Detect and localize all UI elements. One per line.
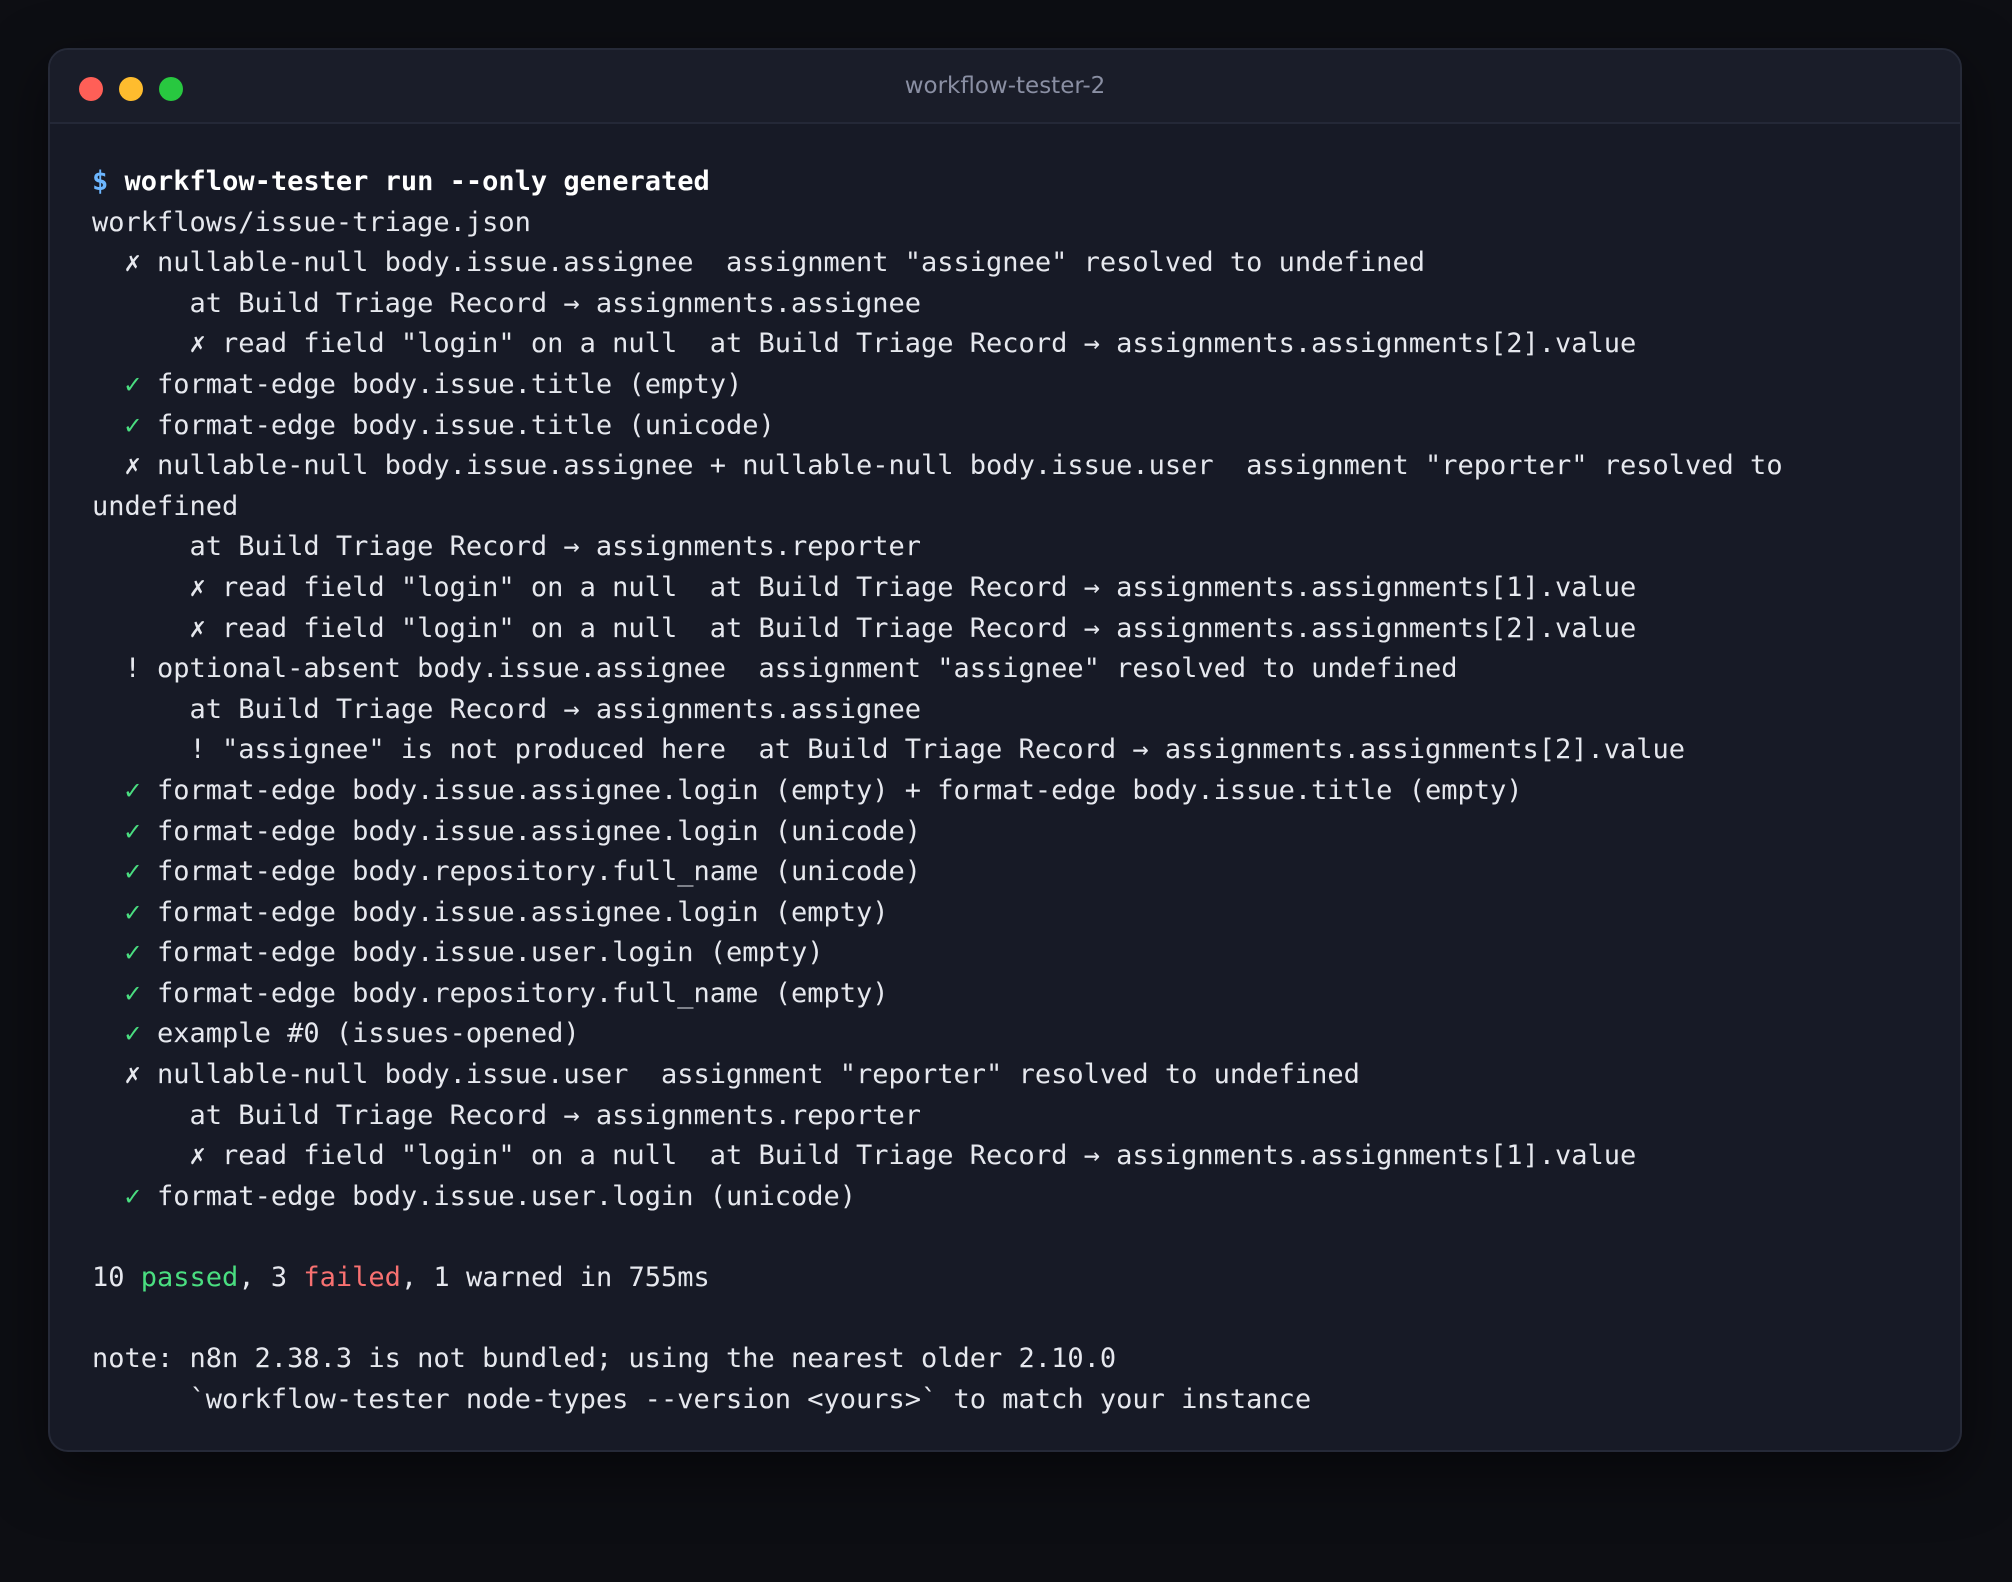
result-text: at Build Triage Record → assignments.ass… — [92, 287, 922, 319]
result-line: ✓ format-edge body.issue.user.login (uni… — [92, 1177, 1940, 1218]
terminal-window: workflow-tester-2 $ workflow-tester run … — [48, 48, 1962, 1452]
result-text: format-edge body.issue.user.login (unico… — [157, 1180, 857, 1212]
result-line: ! optional-absent body.issue.assignee as… — [92, 649, 1940, 690]
fail-icon: ✗ — [92, 1059, 158, 1091]
command-line: $ workflow-tester run --only generated — [92, 162, 1940, 203]
warn-icon: ! — [92, 734, 223, 766]
summary-line: 10 passed, 3 failed, 1 warned in 755ms — [92, 1258, 1940, 1299]
result-line: undefined — [92, 487, 1940, 528]
title-bar: workflow-tester-2 — [50, 50, 1960, 124]
fail-icon: ✗ — [92, 612, 223, 644]
fail-icon: ✗ — [92, 1140, 223, 1172]
pass-icon: ✓ — [92, 368, 158, 400]
result-text: format-edge body.issue.title (unicode) — [157, 409, 775, 441]
result-line: ✓ format-edge body.issue.title (unicode) — [92, 406, 1940, 447]
fail-icon: ✗ — [92, 450, 158, 482]
result-text: optional-absent body.issue.assignee assi… — [157, 653, 1458, 685]
result-line: ✗ nullable-null body.issue.assignee assi… — [92, 243, 1940, 284]
terminal-output[interactable]: $ workflow-tester run --only generated w… — [92, 162, 1940, 1420]
result-line: at Build Triage Record → assignments.rep… — [92, 1096, 1940, 1137]
result-text: read field "login" on a null at Build Tr… — [222, 612, 1637, 644]
pass-icon: ✓ — [92, 774, 158, 806]
workflow-file-line: workflows/issue-triage.json — [92, 206, 531, 238]
result-text: at Build Triage Record → assignments.ass… — [92, 693, 922, 725]
result-line: ✓ format-edge body.repository.full_name … — [92, 974, 1940, 1015]
pass-icon: ✓ — [92, 937, 158, 969]
result-text: at Build Triage Record → assignments.rep… — [92, 531, 922, 563]
result-text: format-edge body.issue.title (empty) — [157, 368, 743, 400]
result-text: read field "login" on a null at Build Tr… — [222, 1140, 1637, 1172]
result-text: example #0 (issues-opened) — [157, 1018, 580, 1050]
result-text: format-edge body.issue.assignee.login (e… — [157, 774, 1523, 806]
passed-count: 10 — [92, 1262, 125, 1294]
result-line: ✗ read field "login" on a null at Build … — [92, 609, 1940, 650]
result-text: nullable-null body.issue.assignee assign… — [157, 247, 1425, 279]
result-line: ✓ format-edge body.issue.user.login (emp… — [92, 933, 1940, 974]
result-text: format-edge body.repository.full_name (u… — [157, 856, 922, 888]
result-text: nullable-null body.issue.user assignment… — [157, 1059, 1360, 1091]
pass-icon: ✓ — [92, 1018, 158, 1050]
pass-icon: ✓ — [92, 1180, 158, 1212]
prompt-symbol: $ — [92, 166, 109, 197]
result-text: at Build Triage Record → assignments.rep… — [92, 1099, 922, 1131]
fail-icon: ✗ — [92, 571, 223, 603]
result-line: ✓ format-edge body.issue.assignee.login … — [92, 812, 1940, 853]
warn-icon: ! — [92, 653, 158, 685]
summary-rest: , 1 warned in 755ms — [400, 1262, 710, 1294]
window-title: workflow-tester-2 — [904, 73, 1106, 99]
result-line: ✗ read field "login" on a null at Build … — [92, 1136, 1940, 1177]
result-line: at Build Triage Record → assignments.ass… — [92, 690, 1940, 731]
result-text: nullable-null body.issue.assignee + null… — [157, 450, 1783, 482]
result-line: ✗ read field "login" on a null at Build … — [92, 324, 1940, 365]
result-text: format-edge body.repository.full_name (e… — [157, 977, 889, 1009]
result-line: ✓ format-edge body.repository.full_name … — [92, 852, 1940, 893]
failed-label: failed — [303, 1262, 401, 1294]
result-text: format-edge body.issue.user.login (empty… — [157, 937, 824, 969]
result-text: format-edge body.issue.assignee.login (e… — [157, 896, 889, 928]
passed-label: passed — [140, 1262, 239, 1294]
summary-separator: , — [238, 1262, 271, 1294]
pass-icon: ✓ — [92, 856, 158, 888]
test-results: ✗ nullable-null body.issue.assignee assi… — [92, 243, 1940, 1217]
fail-icon: ✗ — [92, 328, 223, 360]
result-line: ✓ example #0 (issues-opened) — [92, 1014, 1940, 1055]
result-text: undefined — [92, 490, 239, 522]
command-text: workflow-tester run --only generated — [124, 166, 710, 197]
result-text: "assignee" is not produced here at Build… — [222, 734, 1686, 766]
result-text: read field "login" on a null at Build Tr… — [222, 571, 1637, 603]
result-line: ✓ format-edge body.issue.assignee.login … — [92, 893, 1940, 934]
pass-icon: ✓ — [92, 977, 158, 1009]
pass-icon: ✓ — [92, 896, 158, 928]
pass-icon: ✓ — [92, 409, 158, 441]
result-line: ! "assignee" is not produced here at Bui… — [92, 730, 1940, 771]
result-line: ✓ format-edge body.issue.assignee.login … — [92, 771, 1940, 812]
note-hint-line: `workflow-tester node-types --version <y… — [92, 1383, 1312, 1415]
note-line: note: n8n 2.38.3 is not bundled; using t… — [92, 1343, 1117, 1375]
result-line: ✓ format-edge body.issue.title (empty) — [92, 365, 1940, 406]
result-line: ✗ nullable-null body.issue.assignee + nu… — [92, 446, 1940, 487]
result-line: ✗ read field "login" on a null at Build … — [92, 568, 1940, 609]
result-line: at Build Triage Record → assignments.rep… — [92, 527, 1940, 568]
result-text: read field "login" on a null at Build Tr… — [222, 328, 1637, 360]
pass-icon: ✓ — [92, 815, 158, 847]
result-text: format-edge body.issue.assignee.login (u… — [157, 815, 922, 847]
fail-icon: ✗ — [92, 247, 158, 279]
result-line: ✗ nullable-null body.issue.user assignme… — [92, 1055, 1940, 1096]
result-line: at Build Triage Record → assignments.ass… — [92, 284, 1940, 325]
failed-count: 3 — [270, 1262, 288, 1294]
